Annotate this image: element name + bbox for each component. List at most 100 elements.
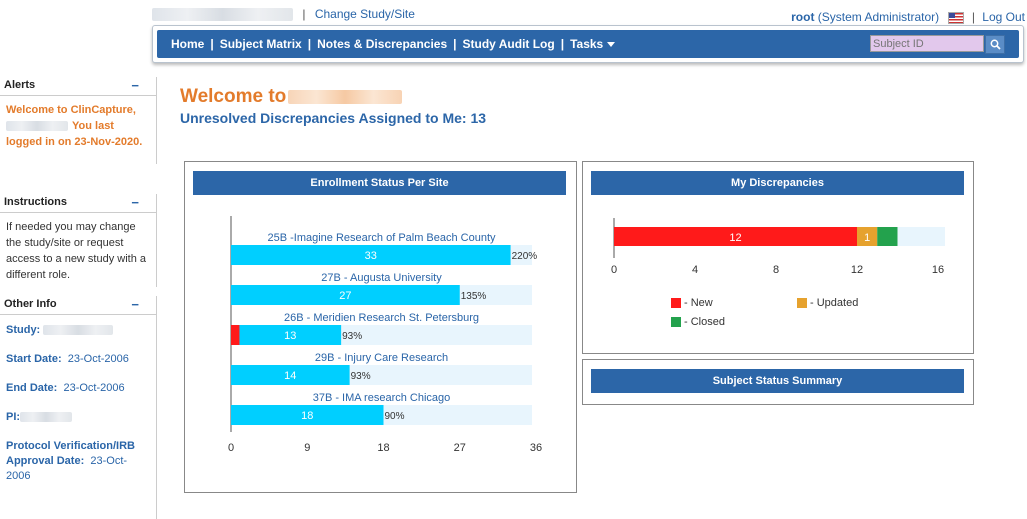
other-info-body: Study: Start Date: 23-Oct-2006 End Date:… — [0, 315, 157, 519]
legend-closed-label: - Closed — [684, 316, 725, 328]
x-tick-label: 4 — [692, 264, 698, 276]
search-button[interactable] — [985, 35, 1005, 54]
nav-home[interactable]: Home — [171, 37, 204, 51]
redacted-study — [43, 325, 114, 336]
alerts-body: Welcome to ClinCapture, You last logged … — [0, 96, 157, 164]
redacted-pi — [20, 412, 73, 423]
end-date-label: End Date: — [6, 382, 58, 394]
x-tick-label: 9 — [304, 442, 310, 454]
alert-welcome: Welcome to ClinCapture, — [6, 104, 136, 116]
site-label: 37B - IMA research Chicago — [313, 392, 451, 404]
x-tick-label: 18 — [377, 442, 389, 454]
x-tick-label: 0 — [228, 442, 234, 454]
percent-label: 90% — [385, 411, 405, 422]
start-date-label: Start Date: — [6, 353, 62, 365]
enrollment-chart-title: Enrollment Status Per Site — [193, 171, 566, 195]
site-label: 29B - Injury Care Research — [315, 352, 448, 364]
x-tick-label: 27 — [454, 442, 466, 454]
study-info: | Change Study/Site — [152, 7, 415, 22]
percent-label: 135% — [461, 291, 487, 302]
legend-swatch-new — [671, 298, 681, 309]
nav-tasks[interactable]: Tasks — [570, 37, 616, 51]
legend-updated: - Updated — [797, 297, 858, 309]
site-label: 26B - Meridien Research St. Petersburg — [284, 312, 479, 324]
collapse-icon[interactable]: − — [131, 296, 139, 313]
search-icon — [990, 39, 1001, 50]
study-row: Study: — [6, 323, 150, 338]
nav-container: Home | Subject Matrix | Notes & Discrepa… — [152, 25, 1024, 63]
x-tick-label: 12 — [851, 264, 863, 276]
pi-row: PI: — [6, 410, 150, 425]
my-discrepancies-title: My Discrepancies — [591, 171, 964, 195]
start-date-value: 23-Oct-2006 — [67, 353, 129, 365]
redacted-study-name — [152, 8, 293, 22]
welcome-heading: Welcome to — [180, 86, 403, 108]
collapse-icon[interactable]: − — [131, 194, 139, 211]
username[interactable]: root — [791, 10, 814, 24]
collapse-icon[interactable]: − — [131, 77, 139, 94]
site-label: 25B -Imagine Research of Palm Beach Coun… — [267, 232, 496, 244]
subject-search — [870, 35, 1005, 54]
legend-new-label: - New — [684, 297, 713, 309]
segment-value-label: 1 — [864, 232, 870, 244]
enrollment-chart-panel: Enrollment Status Per Site 25B -Imagine … — [184, 161, 577, 493]
study-label: Study: — [6, 324, 41, 336]
logout-link[interactable]: Log Out — [982, 10, 1025, 24]
discrepancy-bar-closed — [877, 227, 898, 246]
alerts-header: Alerts − — [0, 77, 157, 96]
instructions-title: Instructions — [4, 196, 67, 208]
nav-separator: | — [210, 37, 214, 51]
segment-value-label: 12 — [729, 232, 741, 244]
legend-closed: - Closed — [671, 316, 725, 328]
x-tick-label: 0 — [611, 264, 617, 276]
site-label: 27B - Augusta University — [321, 272, 442, 284]
bar-value-label: 27 — [339, 290, 351, 302]
instructions-panel: Instructions − If needed you may change … — [0, 194, 157, 287]
end-date-value: 23-Oct-2006 — [63, 382, 125, 394]
nav-notes-discrepancies[interactable]: Notes & Discrepancies — [317, 37, 447, 51]
legend-swatch-updated — [797, 298, 807, 309]
legend-new: - New — [671, 297, 713, 309]
other-info-title: Other Info — [4, 298, 57, 310]
bar-value-label: 13 — [284, 330, 296, 342]
alerts-panel: Alerts − Welcome to ClinCapture, You las… — [0, 77, 157, 164]
user-role[interactable]: (System Administrator) — [818, 10, 939, 24]
chevron-down-icon — [607, 42, 616, 48]
top-right-separator: | — [971, 10, 975, 24]
main-nav: Home | Subject Matrix | Notes & Discrepa… — [157, 30, 1019, 58]
start-date-row: Start Date: 23-Oct-2006 — [6, 352, 150, 367]
top-separator: | — [302, 7, 306, 21]
other-info-header: Other Info − — [0, 296, 157, 315]
alerts-title: Alerts — [4, 79, 36, 91]
alert-last-login-date: logged in on 23-Nov-2020. — [6, 136, 143, 148]
redacted-study-title — [288, 89, 403, 104]
instructions-header: Instructions − — [0, 194, 157, 213]
nav-study-audit-log[interactable]: Study Audit Log — [463, 37, 555, 51]
my-discrepancies-panel: My Discrepancies 12 1 0 4 8 12 16 - New - Upda… — [582, 161, 974, 354]
change-study-link[interactable]: Change Study/Site — [315, 7, 415, 21]
end-date-row: End Date: 23-Oct-2006 — [6, 381, 150, 396]
alert-last-login: You last — [6, 118, 150, 134]
percent-label: 220% — [512, 251, 538, 262]
subject-status-panel: Subject Status Summary — [582, 359, 974, 405]
us-flag-icon[interactable] — [948, 11, 965, 24]
subject-id-input[interactable] — [870, 35, 984, 52]
nav-separator: | — [307, 37, 312, 51]
unresolved-discrepancies-heading[interactable]: Unresolved Discrepancies Assigned to Me:… — [180, 110, 486, 126]
protocol-row: Protocol Verification/IRB Approval Date:… — [6, 439, 150, 484]
x-tick-label: 8 — [773, 264, 779, 276]
welcome-text: Welcome to — [180, 86, 287, 107]
pi-label: PI: — [6, 411, 21, 423]
percent-label: 93% — [351, 371, 371, 382]
x-tick-label: 36 — [530, 442, 542, 454]
nav-subject-matrix[interactable]: Subject Matrix — [220, 37, 302, 51]
nav-separator: | — [560, 37, 565, 51]
enrollment-chart: 25B -Imagine Research of Palm Beach Coun… — [228, 216, 542, 454]
alert-last-login-text: You last — [72, 120, 114, 132]
x-tick-label: 16 — [932, 264, 944, 276]
subject-status-title: Subject Status Summary — [591, 369, 964, 393]
redacted-username — [6, 121, 68, 132]
bar-flag-segment — [231, 325, 240, 345]
nav-tasks-label: Tasks — [570, 37, 604, 51]
user-info: root (System Administrator) | Log Out — [791, 10, 1025, 24]
